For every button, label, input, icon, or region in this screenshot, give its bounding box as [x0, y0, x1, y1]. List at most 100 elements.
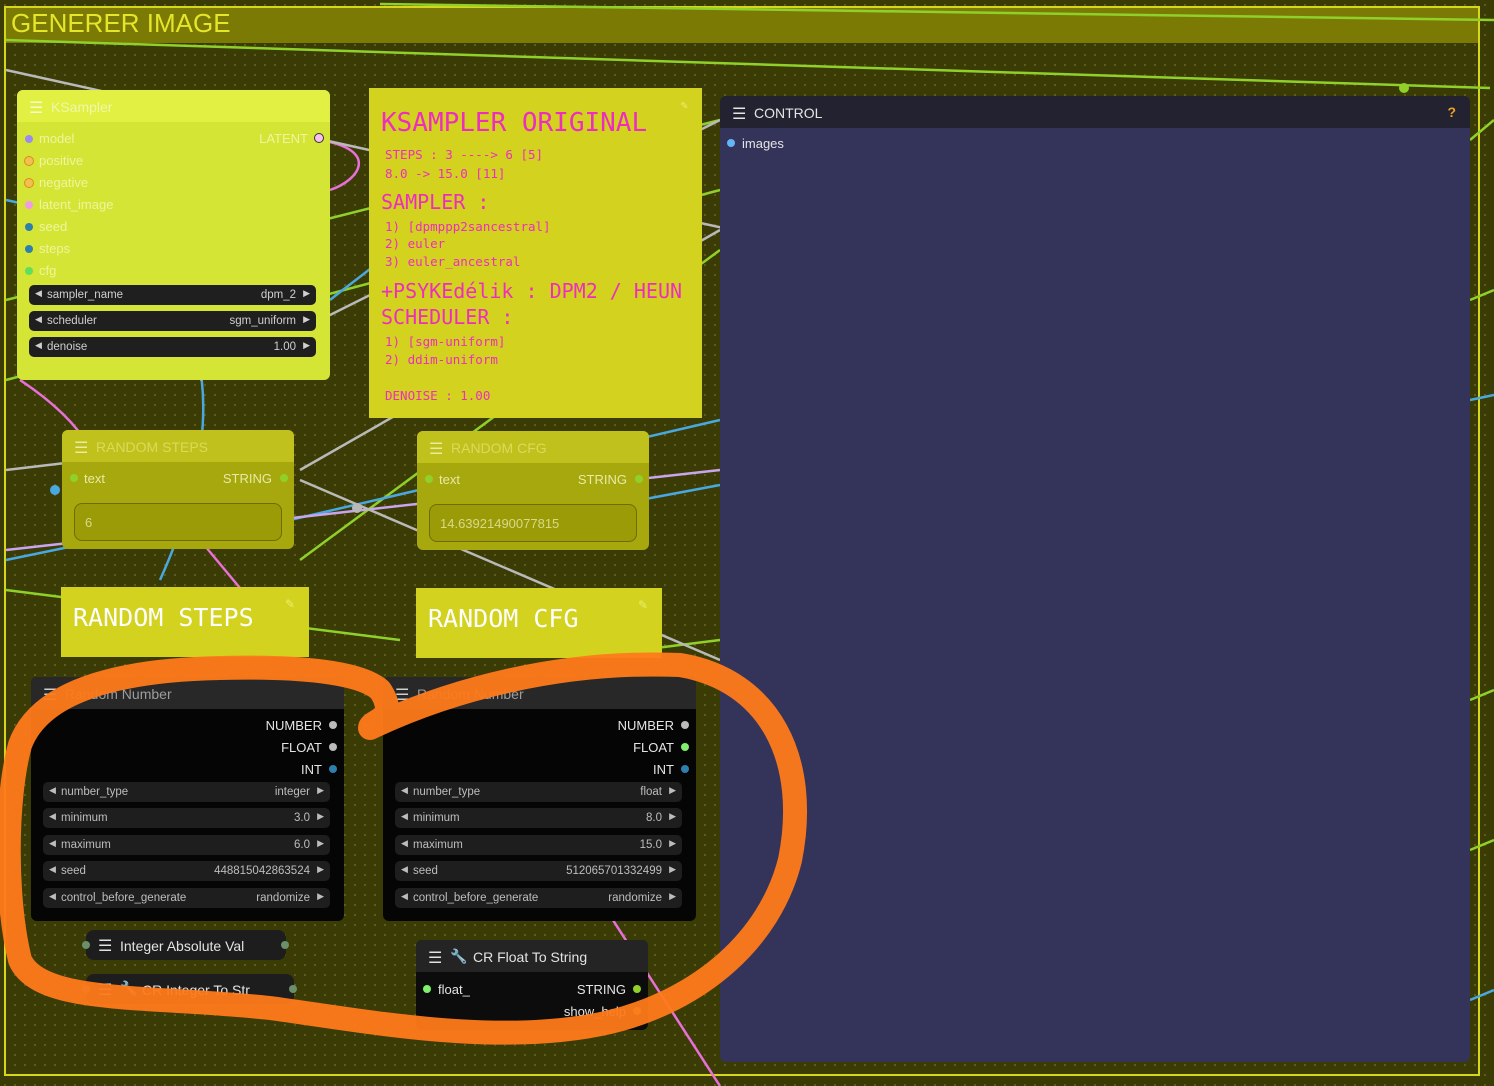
menu-icon[interactable]: ☰ — [43, 685, 57, 705]
control-before-generate-combo[interactable]: ◀ control_before_generate randomize ▶ — [43, 888, 330, 908]
help-icon[interactable]: ? — [1447, 104, 1456, 120]
seed-number[interactable]: ◀ seed 512065701332499 ▶ — [395, 861, 682, 881]
seed-number[interactable]: ◀ seed 448815042863524 ▶ — [43, 861, 330, 881]
arrow-left-icon[interactable]: ◀ — [49, 864, 56, 875]
output-dot[interactable] — [289, 985, 297, 993]
input-dot[interactable] — [25, 201, 33, 209]
input-dot[interactable] — [82, 985, 90, 993]
input-dot[interactable] — [727, 139, 735, 147]
input-dot[interactable] — [25, 267, 33, 275]
input-dot[interactable] — [25, 223, 33, 231]
arrow-left-icon[interactable]: ◀ — [401, 838, 408, 849]
menu-icon[interactable]: ☰ — [732, 104, 746, 124]
control-before-generate-combo[interactable]: ◀ control_before_generate randomize ▶ — [395, 888, 682, 908]
node-title-bar[interactable]: ☰ KSampler — [17, 90, 330, 122]
ksampler-note[interactable]: ✎ KSAMPLER ORIGINAL STEPS : 3 ----> 6 [5… — [369, 88, 702, 418]
menu-icon[interactable]: ☰ — [429, 439, 443, 459]
control-node[interactable]: ☰ CONTROL ? images — [720, 96, 1470, 1062]
output-dot[interactable] — [681, 743, 689, 751]
arrow-right-icon[interactable]: ▶ — [317, 864, 324, 875]
arrow-left-icon[interactable]: ◀ — [35, 340, 42, 351]
arrow-right-icon[interactable]: ▶ — [669, 891, 676, 902]
random-number-node[interactable]: ☰ Random Number NUMBER FLOAT INT ◀ numbe… — [31, 677, 344, 921]
output-int: INT — [301, 762, 322, 777]
maximum-number[interactable]: ◀ maximum 15.0 ▶ — [395, 835, 682, 855]
ksampler-node[interactable]: ☰ KSampler model positive negative laten… — [17, 90, 330, 380]
random-steps-node[interactable]: ☰ RANDOM STEPS text STRING 6 — [62, 430, 294, 549]
arrow-right-icon[interactable]: ▶ — [669, 864, 676, 875]
arrow-left-icon[interactable]: ◀ — [49, 891, 56, 902]
denoise-number[interactable]: ◀ denoise 1.00 ▶ — [29, 337, 316, 357]
input-dot[interactable] — [25, 135, 33, 143]
node-title-bar[interactable]: ☰ RANDOM STEPS — [62, 430, 294, 462]
output-dot[interactable] — [329, 765, 337, 773]
arrow-right-icon[interactable]: ▶ — [303, 314, 310, 325]
arrow-right-icon[interactable]: ▶ — [317, 811, 324, 822]
output-dot[interactable] — [281, 941, 289, 949]
random-steps-note[interactable]: ✎ RANDOM STEPS — [61, 587, 309, 657]
integer-absolute-node[interactable]: ☰ Integer Absolute Val — [86, 930, 286, 960]
menu-icon[interactable]: ☰ — [29, 98, 43, 118]
input-dot[interactable] — [423, 985, 431, 993]
input-dot[interactable] — [425, 475, 433, 483]
random-cfg-node[interactable]: ☰ RANDOM CFG text STRING 14.639214900778… — [417, 431, 649, 550]
arrow-right-icon[interactable]: ▶ — [317, 891, 324, 902]
arrow-left-icon[interactable]: ◀ — [35, 314, 42, 325]
arrow-right-icon[interactable]: ▶ — [317, 838, 324, 849]
arrow-right-icon[interactable]: ▶ — [669, 811, 676, 822]
output-dot[interactable] — [633, 1007, 641, 1015]
arrow-left-icon[interactable]: ◀ — [401, 864, 408, 875]
text-value-field[interactable]: 6 — [74, 503, 282, 541]
menu-icon[interactable]: ☰ — [74, 438, 88, 458]
arrow-left-icon[interactable]: ◀ — [35, 288, 42, 299]
node-title-bar[interactable]: ☰ Random Number — [383, 677, 696, 709]
input-dot[interactable] — [82, 941, 90, 949]
output-dot[interactable] — [681, 765, 689, 773]
output-dot[interactable] — [633, 985, 641, 993]
input-dot[interactable] — [24, 156, 34, 166]
arrow-left-icon[interactable]: ◀ — [49, 838, 56, 849]
minimum-number[interactable]: ◀ minimum 3.0 ▶ — [43, 808, 330, 828]
node-title-bar[interactable]: ☰ Random Number — [31, 677, 344, 709]
node-title-bar[interactable]: ☰ 🔧 CR Float To String — [416, 940, 648, 972]
output-dot[interactable] — [681, 721, 689, 729]
output-dot[interactable] — [635, 475, 643, 483]
arrow-left-icon[interactable]: ◀ — [49, 785, 56, 796]
output-dot[interactable] — [280, 474, 288, 482]
node-title-bar[interactable]: ☰ RANDOM CFG — [417, 431, 649, 463]
text-value-field[interactable]: 14.63921490077815 — [429, 504, 637, 542]
output-dot[interactable] — [314, 133, 324, 143]
edit-icon[interactable]: ✎ — [681, 98, 688, 112]
input-dot[interactable] — [24, 178, 34, 188]
arrow-right-icon[interactable]: ▶ — [303, 340, 310, 351]
arrow-left-icon[interactable]: ◀ — [49, 811, 56, 822]
menu-icon[interactable]: ☰ — [98, 980, 112, 1000]
output-dot[interactable] — [329, 721, 337, 729]
random-cfg-note[interactable]: ✎ RANDOM CFG — [416, 588, 662, 658]
edit-icon[interactable]: ✎ — [285, 597, 295, 611]
arrow-right-icon[interactable]: ▶ — [317, 785, 324, 796]
cr-float-to-string-node[interactable]: ☰ 🔧 CR Float To String float_ STRING sho… — [416, 940, 648, 1030]
minimum-number[interactable]: ◀ minimum 8.0 ▶ — [395, 808, 682, 828]
arrow-right-icon[interactable]: ▶ — [669, 838, 676, 849]
number-type-combo[interactable]: ◀ number_type integer ▶ — [43, 782, 330, 802]
sampler-name-combo[interactable]: ◀ sampler_name dpm_2 ▶ — [29, 285, 316, 305]
menu-icon[interactable]: ☰ — [395, 685, 409, 705]
random-number-node[interactable]: ☰ Random Number NUMBER FLOAT INT ◀ numbe… — [383, 677, 696, 921]
menu-icon[interactable]: ☰ — [428, 948, 442, 968]
maximum-number[interactable]: ◀ maximum 6.0 ▶ — [43, 835, 330, 855]
arrow-right-icon[interactable]: ▶ — [303, 288, 310, 299]
node-title-bar[interactable]: ☰ CONTROL ? — [720, 96, 1470, 128]
edit-icon[interactable]: ✎ — [638, 598, 648, 612]
arrow-left-icon[interactable]: ◀ — [401, 891, 408, 902]
number-type-combo[interactable]: ◀ number_type float ▶ — [395, 782, 682, 802]
arrow-right-icon[interactable]: ▶ — [669, 785, 676, 796]
menu-icon[interactable]: ☰ — [98, 936, 112, 956]
arrow-left-icon[interactable]: ◀ — [401, 785, 408, 796]
input-dot[interactable] — [25, 245, 33, 253]
arrow-left-icon[interactable]: ◀ — [401, 811, 408, 822]
output-dot[interactable] — [329, 743, 337, 751]
input-dot[interactable] — [70, 474, 78, 482]
cr-integer-to-str-node[interactable]: ☰ 🔧 CR Integer To Str — [86, 974, 294, 1004]
scheduler-combo[interactable]: ◀ scheduler sgm_uniform ▶ — [29, 311, 316, 331]
